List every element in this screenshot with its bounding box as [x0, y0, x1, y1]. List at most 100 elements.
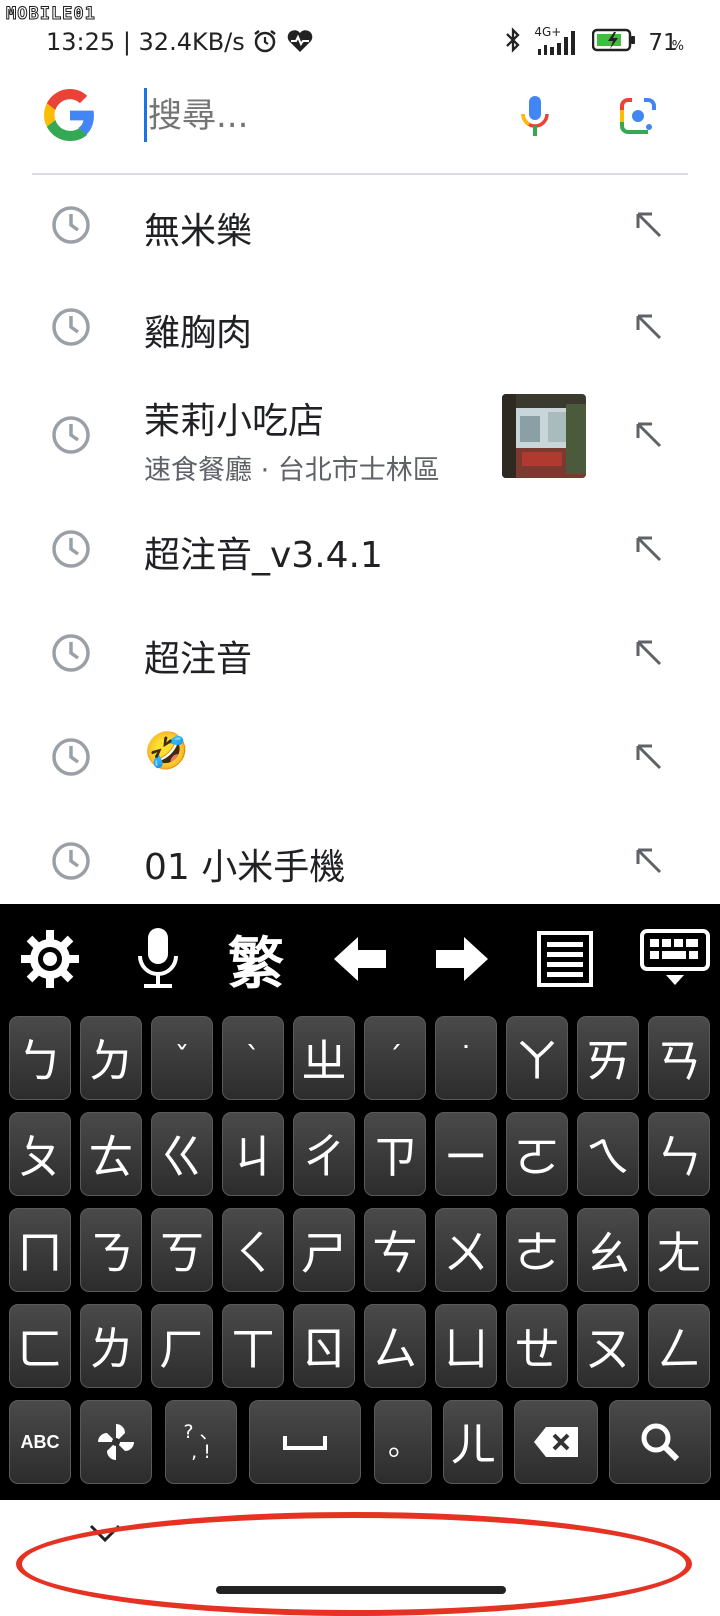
key-row-1: ㄅ ㄉ ˇ ˋ ㄓ ˊ ˙ ㄚ ㄞ ㄢ: [9, 1016, 711, 1100]
signal-icon: 4G+: [534, 25, 580, 57]
period-key[interactable]: 。: [374, 1400, 432, 1484]
history-icon: [52, 738, 90, 776]
key-zhuyin[interactable]: ㄣ: [648, 1112, 710, 1196]
suggestion-item[interactable]: 超注音: [0, 610, 720, 710]
key-tone-3[interactable]: ˇ: [151, 1016, 213, 1100]
fill-query-arrow-icon[interactable]: [632, 636, 664, 668]
battery-icon: [592, 28, 636, 58]
key-zhuyin[interactable]: ㄢ: [648, 1016, 710, 1100]
emoji-pinwheel-key[interactable]: [80, 1400, 152, 1484]
key-zhuyin[interactable]: ㄊ: [80, 1112, 142, 1196]
key-zhuyin[interactable]: ㄩ: [435, 1304, 497, 1388]
key-zhuyin[interactable]: ㄝ: [506, 1304, 568, 1388]
settings-gear-icon[interactable]: [16, 924, 84, 994]
key-zhuyin-er[interactable]: ㄦ: [443, 1400, 503, 1484]
key-zhuyin[interactable]: ㄉ: [80, 1016, 142, 1100]
keyboard-mic-icon[interactable]: [128, 924, 188, 994]
key-zhuyin[interactable]: ㄗ: [364, 1112, 426, 1196]
status-speed: 32.4KB/s: [138, 28, 245, 56]
key-zhuyin[interactable]: ㄖ: [293, 1304, 355, 1388]
space-key[interactable]: [249, 1400, 361, 1484]
fill-query-arrow-icon[interactable]: [632, 310, 664, 342]
search-input[interactable]: [146, 88, 490, 144]
key-zhuyin[interactable]: ㄆ: [9, 1112, 71, 1196]
zhuyin-keyboard: 繁 ㄅ ㄉ ˇ ˋ ㄓ ˊ ˙ ㄚ ㄞ ㄢ ㄆ ㄊ ㄍ ㄐ ㄔ ㄗ ㄧ ㄛ ㄟ …: [0, 904, 720, 1500]
suggestion-item[interactable]: 超注音_v3.4.1: [0, 506, 720, 606]
fill-query-arrow-icon[interactable]: [632, 532, 664, 564]
key-tone-5[interactable]: ˙: [435, 1016, 497, 1100]
key-zhuyin[interactable]: ㄈ: [9, 1304, 71, 1388]
key-zhuyin[interactable]: ㄙ: [364, 1304, 426, 1388]
key-zhuyin[interactable]: ㄎ: [151, 1208, 213, 1292]
suggestion-item[interactable]: 無米樂: [0, 176, 720, 276]
key-zhuyin[interactable]: ㄅ: [9, 1016, 71, 1100]
key-zhuyin[interactable]: ㄑ: [222, 1208, 284, 1292]
key-zhuyin[interactable]: ㄍ: [151, 1112, 213, 1196]
search-icon: [641, 1423, 680, 1462]
history-icon: [52, 530, 90, 568]
key-zhuyin[interactable]: ㄒ: [222, 1304, 284, 1388]
key-zhuyin[interactable]: ㄜ: [506, 1208, 568, 1292]
key-zhuyin[interactable]: ㄋ: [80, 1208, 142, 1292]
suggestion-text: 超注音_v3.4.1: [144, 535, 383, 576]
bluetooth-icon: [504, 26, 522, 60]
red-annotation-circle: [16, 1512, 692, 1616]
key-zhuyin[interactable]: ㄞ: [577, 1016, 639, 1100]
suggestion-item[interactable]: 雞胸肉: [0, 276, 720, 376]
history-icon: [52, 206, 90, 244]
fill-query-arrow-icon[interactable]: [632, 418, 664, 450]
key-zhuyin[interactable]: ㄠ: [577, 1208, 639, 1292]
key-zhuyin[interactable]: ㄐ: [222, 1112, 284, 1196]
space-icon: [283, 1436, 327, 1450]
voice-search-icon[interactable]: [518, 94, 552, 138]
key-row-2: ㄆ ㄊ ㄍ ㄐ ㄔ ㄗ ㄧ ㄛ ㄟ ㄣ: [9, 1112, 711, 1196]
key-zhuyin[interactable]: ㄡ: [577, 1304, 639, 1388]
history-icon: [52, 842, 90, 880]
key-zhuyin[interactable]: ㄇ: [9, 1208, 71, 1292]
key-row-bottom: ABC ? 、 , ! 。 ㄦ: [9, 1400, 711, 1484]
fill-query-arrow-icon[interactable]: [632, 740, 664, 772]
key-zhuyin[interactable]: ㄕ: [293, 1208, 355, 1292]
punct-label-top: ? 、: [183, 1421, 219, 1443]
key-zhuyin[interactable]: ㄥ: [648, 1304, 710, 1388]
fill-query-arrow-icon[interactable]: [632, 844, 664, 876]
backspace-key[interactable]: [514, 1400, 598, 1484]
search-key[interactable]: [609, 1400, 711, 1484]
abc-switch-key[interactable]: ABC: [9, 1400, 71, 1484]
key-zhuyin[interactable]: ㄌ: [80, 1304, 142, 1388]
hide-keyboard-icon[interactable]: [638, 924, 712, 994]
key-zhuyin[interactable]: ㄨ: [435, 1208, 497, 1292]
status-bar: 13:25 | 32.4KB/s 4G+ 71%: [0, 22, 720, 62]
key-tone-4[interactable]: ˋ: [222, 1016, 284, 1100]
suggestion-item-place[interactable]: 茉莉小吃店 速食餐廳 · 台北市士林區: [0, 376, 720, 492]
fill-query-arrow-icon[interactable]: [632, 208, 664, 240]
clipboard-list-icon[interactable]: [534, 924, 596, 994]
search-divider: [32, 173, 688, 175]
traditional-mode-toggle[interactable]: 繁: [222, 924, 290, 997]
cursor-right-icon[interactable]: [432, 924, 492, 994]
key-zhuyin[interactable]: ㄚ: [506, 1016, 568, 1100]
suggestion-item[interactable]: 🤣: [0, 714, 720, 814]
status-right: 4G+ 71%: [504, 25, 684, 60]
suggestion-item[interactable]: 01 小米手機: [0, 818, 720, 918]
key-row-3: ㄇ ㄋ ㄎ ㄑ ㄕ ㄘ ㄨ ㄜ ㄠ ㄤ: [9, 1208, 711, 1292]
key-zhuyin[interactable]: ㄔ: [293, 1112, 355, 1196]
history-icon: [52, 416, 90, 454]
key-zhuyin[interactable]: ㄛ: [506, 1112, 568, 1196]
battery-level: 71%: [648, 30, 684, 56]
key-zhuyin[interactable]: ㄏ: [151, 1304, 213, 1388]
key-zhuyin[interactable]: ㄓ: [293, 1016, 355, 1100]
key-zhuyin[interactable]: ㄤ: [648, 1208, 710, 1292]
suggestion-text: 🤣: [144, 731, 189, 772]
key-tone-2[interactable]: ˊ: [364, 1016, 426, 1100]
punct-label-bottom: , !: [191, 1441, 211, 1463]
key-zhuyin[interactable]: ㄧ: [435, 1112, 497, 1196]
suggestion-text: 雞胸肉: [144, 313, 253, 354]
punctuation-key[interactable]: ? 、 , !: [165, 1400, 237, 1484]
navigation-bar: [0, 1500, 720, 1616]
key-zhuyin[interactable]: ㄟ: [577, 1112, 639, 1196]
key-zhuyin[interactable]: ㄘ: [364, 1208, 426, 1292]
status-left: 13:25 | 32.4KB/s: [46, 28, 314, 56]
google-lens-icon[interactable]: [618, 96, 658, 136]
cursor-left-icon[interactable]: [330, 924, 390, 994]
